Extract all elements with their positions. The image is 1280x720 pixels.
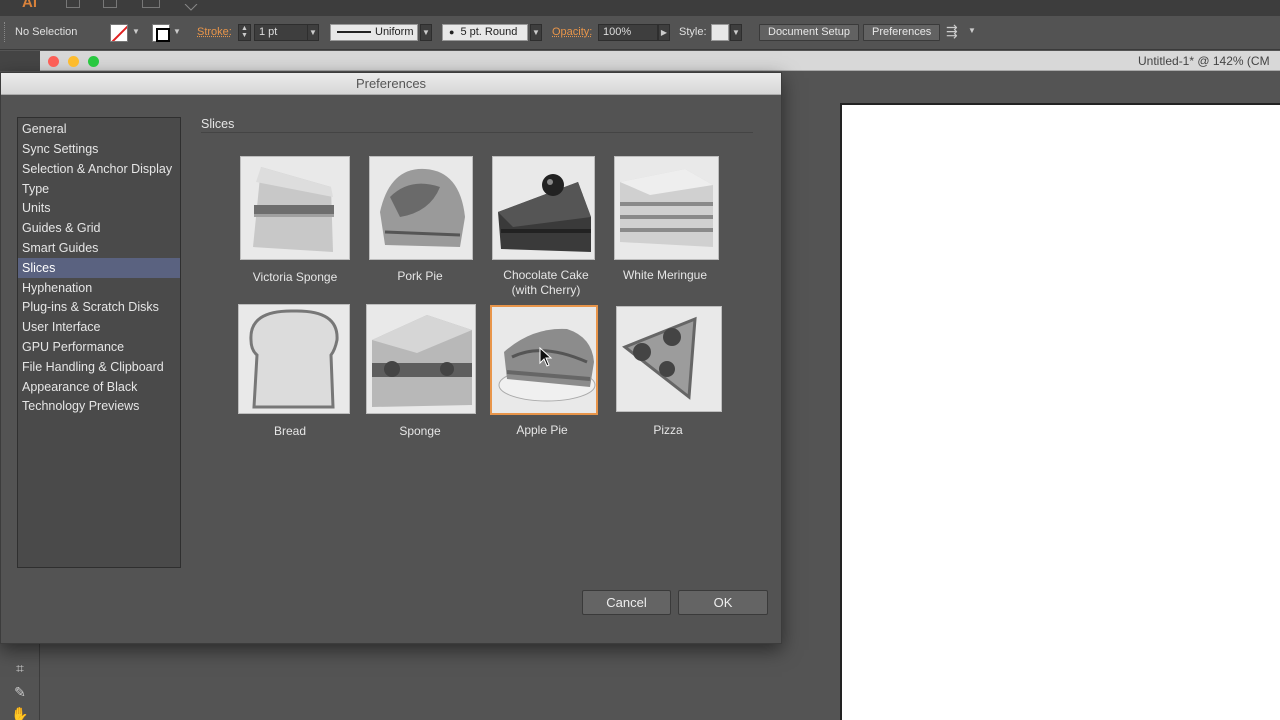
chocolate-cake-image [498, 174, 591, 252]
fill-dropdown-icon[interactable]: ▼ [130, 24, 142, 41]
panel-grip[interactable] [4, 22, 7, 42]
brush-dropdown-icon[interactable]: ▼ [530, 24, 542, 41]
white-meringue-image [620, 169, 713, 247]
profile-dropdown-icon[interactable]: ▼ [420, 24, 432, 41]
minimize-window-icon[interactable] [68, 56, 79, 67]
opacity-input[interactable]: 100% [598, 24, 658, 41]
stroke-weight-dropdown-icon[interactable]: ▼ [307, 24, 319, 41]
tools-panel: ⌗ ✎ ✋ [0, 640, 40, 720]
hand-tool-icon[interactable]: ✋ [10, 704, 30, 720]
section-title: Slices [201, 117, 235, 131]
sidebar-item-smart-guides[interactable]: Smart Guides [18, 238, 180, 258]
stroke-label[interactable]: Stroke: [197, 26, 232, 38]
brush-definition[interactable]: ● 5 pt. Round [442, 24, 528, 41]
brush-dot-icon: ● [449, 27, 455, 37]
document-setup-button[interactable]: Document Setup [759, 24, 859, 41]
sidebar-item-user-interface[interactable]: User Interface [18, 317, 180, 337]
brush-label: 5 pt. Round [460, 26, 518, 38]
sidebar-item-type[interactable]: Type [18, 179, 180, 199]
slice-chocolate-cake[interactable] [492, 156, 595, 260]
dialog-titlebar[interactable]: Preferences [1, 73, 781, 95]
ok-button[interactable]: OK [678, 590, 768, 615]
sidebar-item-file-handling-clipboard[interactable]: File Handling & Clipboard [18, 357, 180, 377]
stroke-stepper[interactable]: ▲ ▼ [238, 24, 251, 41]
stroke-weight-input[interactable]: 1 pt [254, 24, 308, 41]
pizza-image [622, 316, 697, 400]
victoria-sponge-image [253, 167, 334, 252]
style-swatch[interactable] [711, 24, 729, 41]
feather-icon[interactable] [184, 0, 198, 11]
preferences-button[interactable]: Preferences [863, 24, 941, 41]
sidebar-item-slices[interactable]: Slices [18, 258, 180, 278]
slice-label: White Meringue [622, 268, 708, 282]
preferences-sidebar: General Sync Settings Selection & Anchor… [17, 117, 181, 568]
slice-label: Chocolate Cake (with Cherry) [503, 268, 589, 297]
artboard[interactable] [840, 103, 1280, 720]
stroke-dropdown-icon[interactable]: ▼ [171, 24, 183, 41]
profile-line-icon [337, 31, 371, 34]
sponge-image [372, 315, 472, 407]
style-label: Style: [679, 26, 707, 38]
sidebar-item-appearance-of-black[interactable]: Appearance of Black [18, 377, 180, 397]
sidebar-item-technology-previews[interactable]: Technology Previews [18, 396, 180, 416]
slice-label: Pizza [653, 423, 683, 437]
stock-icon[interactable] [103, 0, 117, 8]
stroke-swatch[interactable] [152, 24, 170, 42]
close-window-icon[interactable] [48, 56, 59, 67]
preferences-dialog: Preferences General Sync Settings Select… [0, 72, 782, 644]
sidebar-item-units[interactable]: Units [18, 198, 180, 218]
slice-label: Victoria Sponge [252, 270, 338, 284]
opacity-label[interactable]: Opacity: [552, 26, 592, 38]
slice-label: Apple Pie [516, 423, 568, 437]
slice-sponge[interactable] [366, 304, 476, 414]
bridge-icon[interactable] [66, 0, 80, 8]
mouse-cursor-icon [539, 347, 553, 367]
slice-white-meringue[interactable] [614, 156, 719, 260]
fill-swatch[interactable] [110, 24, 128, 42]
app-bar: Ai [0, 0, 1280, 16]
section-divider [201, 132, 753, 133]
slice-label: Sponge [399, 424, 441, 438]
toolbar-header[interactable] [0, 51, 40, 71]
variable-width-profile[interactable]: Uniform [330, 24, 418, 41]
slice-pork-pie[interactable] [369, 156, 473, 260]
sidebar-item-selection-anchor-display[interactable]: Selection & Anchor Display [18, 159, 180, 179]
slice-victoria-sponge[interactable] [240, 156, 350, 260]
panel-menu-icon[interactable]: ▼ [968, 26, 976, 35]
document-tab-bar: Untitled-1* @ 142% (CM [0, 51, 1280, 71]
sidebar-item-hyphenation[interactable]: Hyphenation [18, 278, 180, 298]
sidebar-item-sync-settings[interactable]: Sync Settings [18, 139, 180, 159]
artboard-tool-icon[interactable]: ⌗ [10, 658, 30, 678]
illustrator-logo: Ai [22, 0, 37, 11]
slice-bread[interactable] [238, 304, 350, 414]
profile-label: Uniform [375, 26, 414, 38]
slice-label: Pork Pie [397, 269, 443, 283]
style-dropdown-icon[interactable]: ▼ [730, 24, 742, 41]
sidebar-item-guides-grid[interactable]: Guides & Grid [18, 218, 180, 238]
slice-label: Bread [273, 424, 307, 438]
pork-pie-image [380, 168, 465, 247]
workspace-icon[interactable] [142, 0, 160, 8]
document-tab-title[interactable]: Untitled-1* @ 142% (CM [1138, 54, 1270, 68]
sidebar-item-plugins-scratch-disks[interactable]: Plug-ins & Scratch Disks [18, 297, 180, 317]
cancel-button[interactable]: Cancel [582, 590, 671, 615]
selection-status: No Selection [15, 26, 78, 38]
control-bar: No Selection ▼ ▼ Stroke: ▲ ▼ 1 pt ▼ Unifo… [0, 16, 1280, 50]
slice-pizza[interactable] [616, 306, 722, 412]
dialog-title: Preferences [355, 76, 427, 91]
sidebar-item-gpu-performance[interactable]: GPU Performance [18, 337, 180, 357]
arrange-documents-icon[interactable]: ⇶ [946, 23, 958, 40]
sidebar-item-general[interactable]: General [18, 119, 180, 139]
eyedropper-tool-icon[interactable]: ✎ [10, 682, 30, 702]
zoom-window-icon[interactable] [88, 56, 99, 67]
bread-image [249, 309, 339, 409]
opacity-arrow-icon[interactable]: ▶ [658, 24, 670, 41]
